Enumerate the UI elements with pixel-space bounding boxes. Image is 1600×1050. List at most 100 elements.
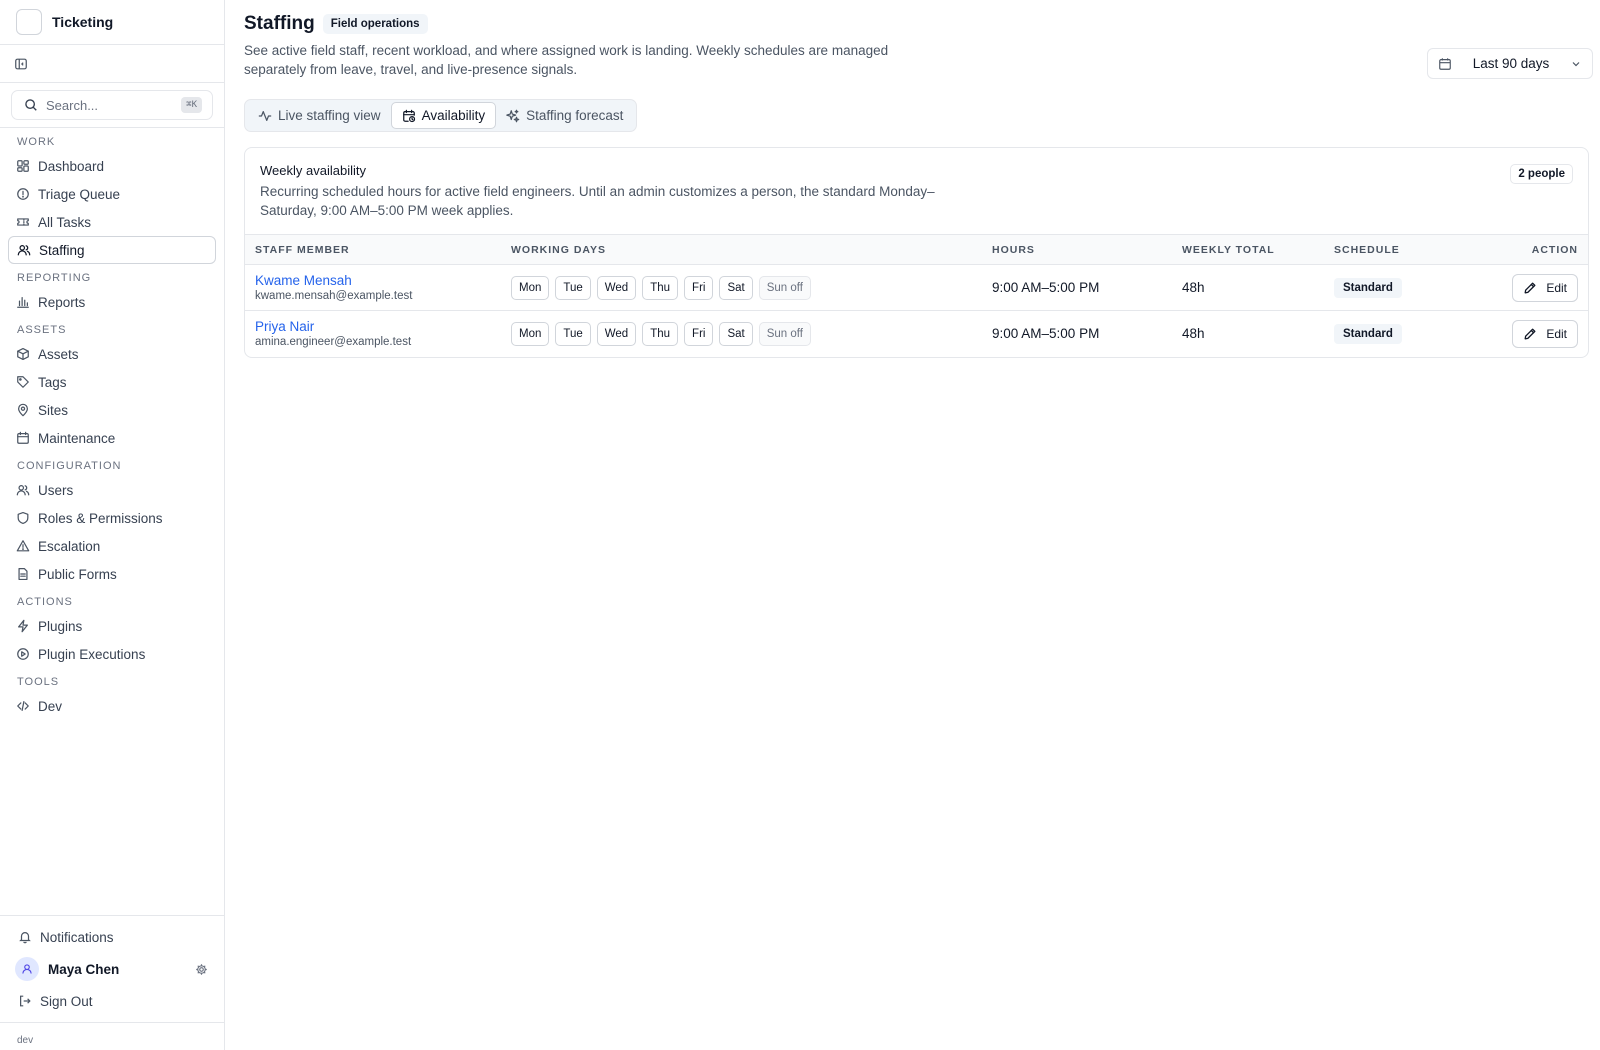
page-subtitle: See active field staff, recent workload,… xyxy=(244,43,889,77)
table-row: Kwame Mensah kwame.mensah@example.test Mon… xyxy=(245,265,1588,311)
sidebar-item-label: Public Forms xyxy=(38,566,117,582)
day-chip-sat: Sat xyxy=(719,321,753,346)
sidebar-item-all-tasks[interactable]: All Tasks xyxy=(8,208,216,236)
card-title: Weekly availability xyxy=(260,163,366,178)
pencil-icon xyxy=(1523,327,1537,341)
sidebar-item-maintenance[interactable]: Maintenance xyxy=(8,424,216,452)
calendar-icon xyxy=(1438,57,1452,71)
day-chip-tue: Tue xyxy=(555,321,591,346)
settings-gear-icon[interactable] xyxy=(195,963,208,976)
working-days-cell: Mon Tue Wed Thu Fri Sat Sun off xyxy=(511,311,992,357)
brand[interactable]: Ticketing xyxy=(0,0,224,45)
staff-email: amina.engineer@example.test xyxy=(255,336,412,349)
section-title-configuration: Configuration xyxy=(17,460,122,472)
col-schedule: Schedule xyxy=(1334,243,1400,256)
table-row: Priya Nair amina.engineer@example.test Mon… xyxy=(245,311,1588,357)
sign-out-link[interactable]: Sign Out xyxy=(8,986,216,1016)
section-title-reporting: Reporting xyxy=(17,272,92,284)
edit-button[interactable]: Edit xyxy=(1512,319,1578,348)
sidebar-item-label: Reports xyxy=(38,294,86,310)
hours-cell: 9:00 AM–5:00 PM xyxy=(992,326,1100,342)
hours-cell: 9:00 AM–5:00 PM xyxy=(992,280,1100,295)
col-working-days: Working days xyxy=(511,243,607,256)
notifications-link[interactable]: Notifications xyxy=(8,922,216,952)
card-description: Recurring scheduled hours for active fie… xyxy=(260,184,935,218)
tab-availability[interactable]: Availability xyxy=(390,102,497,129)
staff-name-link[interactable]: Priya Nair xyxy=(255,318,511,335)
sidebar-item-label: Sites xyxy=(38,402,69,418)
code-icon xyxy=(15,698,31,714)
action-cell: Edit xyxy=(1484,311,1588,357)
user-row[interactable]: Maya Chen xyxy=(0,952,224,986)
bar-chart-icon xyxy=(15,294,31,310)
sidebar-item-triage-queue[interactable]: Triage Queue xyxy=(8,180,216,208)
sidebar-item-label: Escalation xyxy=(38,538,101,554)
staff-email: kwame.mensah@example.test xyxy=(255,290,413,302)
sidebar-item-dashboard[interactable]: Dashboard xyxy=(8,152,216,180)
availability-table: Staff member Working days Hours Weekly t… xyxy=(245,234,1588,357)
sidebar-item-label: All Tasks xyxy=(38,214,92,230)
environment-label: dev xyxy=(17,1035,34,1046)
alert-circle-icon xyxy=(15,186,31,202)
day-chip-thu: Thu xyxy=(642,321,679,346)
day-chip-mon: Mon xyxy=(511,321,550,346)
staff-name-link[interactable]: Kwame Mensah xyxy=(255,272,511,289)
table-body: Kwame Mensah kwame.mensah@example.test Mon… xyxy=(245,265,1588,357)
tag-icon xyxy=(15,374,31,390)
search-input[interactable]: Search... ⌘K xyxy=(11,90,213,120)
sidebar-item-label: Tags xyxy=(38,374,67,390)
day-chip-fri: Fri xyxy=(684,275,714,300)
sidebar-item-reports[interactable]: Reports xyxy=(8,288,216,316)
app-name: Ticketing xyxy=(52,14,114,30)
divider xyxy=(0,1022,224,1023)
people-count-badge: 2 people xyxy=(1510,164,1573,184)
tab-label: Staffing forecast xyxy=(526,108,624,123)
shield-icon xyxy=(15,510,31,526)
sidebar-item-sites[interactable]: Sites xyxy=(8,396,216,424)
pencil-icon xyxy=(1523,281,1537,295)
tab-staffing-forecast[interactable]: Staffing forecast xyxy=(496,102,633,129)
view-tabs: Live staffing view Availability Staffing f… xyxy=(244,99,638,132)
sidebar: Ticketing Search... ⌘K Work Dashboard Tria… xyxy=(0,0,225,1050)
sidebar-item-plugins[interactable]: Plugins xyxy=(8,612,216,640)
tab-live-staffing-view[interactable]: Live staffing view xyxy=(248,102,391,129)
sidebar-item-assets[interactable]: Assets xyxy=(8,340,216,368)
section-title-assets: Assets xyxy=(17,324,67,336)
search-placeholder: Search... xyxy=(46,97,99,113)
weekly-availability-card: Weekly availability Recurring scheduled … xyxy=(244,147,1589,358)
col-staff-member: Staff member xyxy=(255,243,350,256)
sidebar-item-label: Users xyxy=(38,482,74,498)
section-title-work: Work xyxy=(17,136,56,148)
package-icon xyxy=(15,346,31,362)
staff-cell: Priya Nair amina.engineer@example.test xyxy=(245,311,511,357)
sidebar-item-users[interactable]: Users xyxy=(8,476,216,504)
schedule-badge: Standard xyxy=(1334,323,1402,344)
sidebar-item-label: Plugin Executions xyxy=(38,646,146,662)
sidebar-footer: Notifications Maya Chen Sign Out xyxy=(0,915,224,1016)
bell-icon xyxy=(17,929,33,945)
sidebar-item-plugin-executions[interactable]: Plugin Executions xyxy=(8,640,216,668)
date-range-value: Last 90 days xyxy=(1472,56,1550,71)
day-chip-thu: Thu xyxy=(642,275,679,300)
calendar-clock-icon xyxy=(402,109,416,123)
sidebar-item-roles-and-permissions[interactable]: Roles & Permissions xyxy=(8,504,216,532)
day-chip-wed: Wed xyxy=(596,275,637,300)
sidebar-toggle-icon[interactable] xyxy=(14,57,28,71)
sidebar-item-escalation[interactable]: Escalation xyxy=(8,532,216,560)
warning-icon xyxy=(15,538,31,554)
sidebar-item-label: Assets xyxy=(38,346,79,362)
sidebar-item-public-forms[interactable]: Public Forms xyxy=(8,560,216,588)
field-operations-badge: Field operations xyxy=(322,14,428,34)
avatar xyxy=(15,957,39,981)
sidebar-item-tags[interactable]: Tags xyxy=(8,368,216,396)
zap-icon xyxy=(15,618,31,634)
sidebar-item-staffing[interactable]: Staffing xyxy=(8,236,216,264)
day-chip-sat: Sat xyxy=(719,275,753,300)
map-pin-icon xyxy=(15,402,31,418)
users-icon xyxy=(15,482,31,498)
sidebar-item-dev[interactable]: Dev xyxy=(8,692,216,720)
date-range-select[interactable]: Last 90 days xyxy=(1427,48,1593,79)
edit-button[interactable]: Edit xyxy=(1512,273,1578,302)
title-row: Staffing Field operations xyxy=(244,13,428,35)
col-action: Action xyxy=(1531,243,1578,256)
